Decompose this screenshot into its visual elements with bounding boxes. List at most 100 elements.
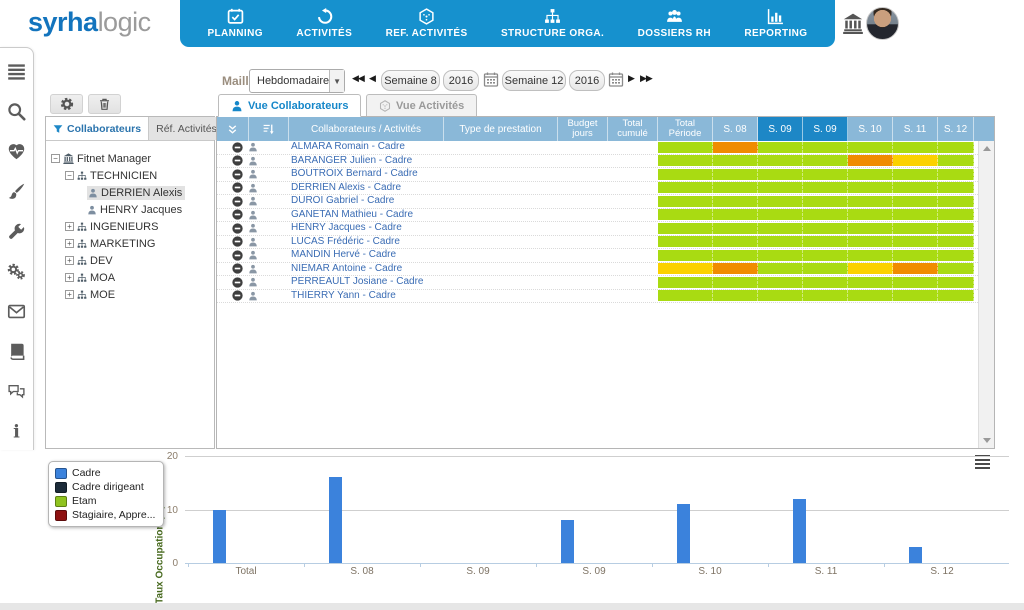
planning-cell-green[interactable] — [758, 250, 803, 261]
col-type-prestation[interactable]: Type de prestation — [444, 117, 558, 141]
planning-cell-green[interactable] — [893, 290, 938, 301]
scroll-up-icon[interactable] — [983, 146, 991, 151]
planning-cell-green[interactable] — [758, 182, 803, 193]
minus-circle-icon[interactable] — [232, 155, 243, 166]
planning-cell-orange[interactable] — [848, 155, 893, 166]
planning-cell-green[interactable] — [938, 155, 974, 166]
planning-cell-green[interactable] — [938, 250, 974, 261]
legend-item-cadre[interactable]: Cadre — [55, 467, 155, 479]
planning-cell-green[interactable] — [938, 263, 974, 274]
minus-circle-icon[interactable] — [232, 142, 243, 153]
chart-menu-icon[interactable] — [975, 455, 990, 471]
scroll-down-icon[interactable] — [983, 438, 991, 443]
nav-item-dossiers-rh[interactable]: DOSSIERS RH — [632, 8, 717, 39]
minus-circle-icon[interactable] — [232, 277, 243, 288]
planning-cell-green[interactable] — [713, 209, 758, 220]
planning-cell-green[interactable] — [938, 209, 974, 220]
tree-node-moa[interactable]: +MOA — [46, 269, 214, 286]
planning-cell-green[interactable] — [848, 209, 893, 220]
tree-node-fitnet-manager[interactable]: −Fitnet Manager — [46, 150, 214, 167]
planning-cell-green[interactable] — [893, 250, 938, 261]
col-week-12[interactable]: S. 12 — [938, 117, 974, 141]
table-row[interactable]: DUROI Gabriel - Cadre — [217, 195, 994, 209]
planning-cell-green[interactable] — [658, 223, 713, 234]
expand-icon[interactable]: + — [65, 256, 74, 265]
minus-circle-icon[interactable] — [232, 223, 243, 234]
delete-button[interactable] — [88, 94, 121, 114]
planning-cell-green[interactable] — [938, 196, 974, 207]
col-collaborateurs-activites[interactable]: Collaborateurs / Activités — [289, 117, 444, 141]
planning-cell-green[interactable] — [848, 236, 893, 247]
planning-cell-green[interactable] — [803, 250, 848, 261]
nav-item-reporting[interactable]: REPORTING — [738, 8, 813, 39]
planning-cell-green[interactable] — [848, 290, 893, 301]
planning-cell-green[interactable] — [803, 196, 848, 207]
planning-cell-green[interactable] — [758, 236, 803, 247]
planning-cell-green[interactable] — [758, 290, 803, 301]
planning-cell-green[interactable] — [713, 169, 758, 180]
user-avatar[interactable] — [866, 7, 899, 40]
planning-cell-green[interactable] — [848, 142, 893, 153]
chat-icon[interactable] — [7, 382, 26, 401]
planning-cell-green[interactable] — [658, 142, 713, 153]
planning-cell-green[interactable] — [848, 250, 893, 261]
table-row[interactable]: MANDIN Hervé - Cadre — [217, 249, 994, 263]
planning-cell-green[interactable] — [713, 196, 758, 207]
expand-all-header[interactable] — [217, 117, 249, 141]
col-week-09[interactable]: S. 09 — [803, 117, 848, 141]
nav-item-ref-activites[interactable]: REF. ACTIVITÉS — [380, 8, 474, 39]
minus-circle-icon[interactable] — [232, 209, 243, 220]
planning-cell-green[interactable] — [713, 290, 758, 301]
planning-cell-orange[interactable] — [893, 263, 938, 274]
tab-ref-activites[interactable]: Réf. Activités — [148, 117, 224, 140]
planning-cell-green[interactable] — [758, 169, 803, 180]
planning-cell-green[interactable] — [893, 209, 938, 220]
planning-cell-green[interactable] — [893, 142, 938, 153]
planning-cell-green[interactable] — [713, 277, 758, 288]
calendar-icon[interactable] — [608, 71, 624, 88]
planning-cell-green[interactable] — [658, 196, 713, 207]
planning-cell-green[interactable] — [658, 182, 713, 193]
planning-cell-green[interactable] — [803, 277, 848, 288]
expand-icon[interactable]: + — [65, 273, 74, 282]
planning-cell-green[interactable] — [658, 277, 713, 288]
table-row[interactable]: BARANGER Julien - Cadre — [217, 155, 994, 169]
minus-circle-icon[interactable] — [232, 236, 243, 247]
planning-cell-green[interactable] — [938, 142, 974, 153]
planning-cell-green[interactable] — [758, 223, 803, 234]
planning-cell-green[interactable] — [938, 236, 974, 247]
cogs-icon[interactable] — [7, 262, 26, 281]
minus-circle-icon[interactable] — [232, 290, 243, 301]
sort-header[interactable] — [249, 117, 289, 141]
planning-cell-green[interactable] — [938, 182, 974, 193]
tree-node-ingenieurs[interactable]: +INGENIEURS — [46, 218, 214, 235]
brush-icon[interactable] — [7, 182, 26, 201]
planning-cell-green[interactable] — [803, 142, 848, 153]
table-row[interactable]: LUCAS Frédéric - Cadre — [217, 236, 994, 250]
table-row[interactable]: BOUTROIX Bernard - Cadre — [217, 168, 994, 182]
tab-collaborateurs[interactable]: Collaborateurs — [46, 117, 148, 140]
legend-item-etam[interactable]: Etam — [55, 495, 155, 507]
to-year-pill[interactable]: 2016 — [569, 70, 605, 91]
planning-cell-green[interactable] — [658, 209, 713, 220]
to-week-pill[interactable]: Semaine 12 — [502, 70, 566, 91]
planning-cell-green[interactable] — [938, 277, 974, 288]
settings-button[interactable] — [50, 94, 83, 114]
book-icon[interactable] — [7, 342, 26, 361]
planning-cell-green[interactable] — [713, 236, 758, 247]
heart-pulse-icon[interactable] — [7, 142, 26, 161]
planning-cell-green[interactable] — [658, 236, 713, 247]
planning-cell-green[interactable] — [758, 263, 803, 274]
table-row[interactable]: HENRY Jacques - Cadre — [217, 222, 994, 236]
planning-cell-green[interactable] — [938, 223, 974, 234]
planning-cell-green[interactable] — [893, 277, 938, 288]
table-row[interactable]: PERREAULT Josiane - Cadre — [217, 276, 994, 290]
week-prev-button[interactable]: ◀ — [369, 73, 375, 84]
from-week-pill[interactable]: Semaine 8 — [381, 70, 440, 91]
planning-cell-green[interactable] — [893, 236, 938, 247]
tree-node-technicien[interactable]: −TECHNICIEN — [46, 167, 214, 184]
planning-cell-green[interactable] — [758, 142, 803, 153]
planning-cell-green[interactable] — [893, 169, 938, 180]
planning-cell-green[interactable] — [713, 250, 758, 261]
minus-circle-icon[interactable] — [232, 182, 243, 193]
